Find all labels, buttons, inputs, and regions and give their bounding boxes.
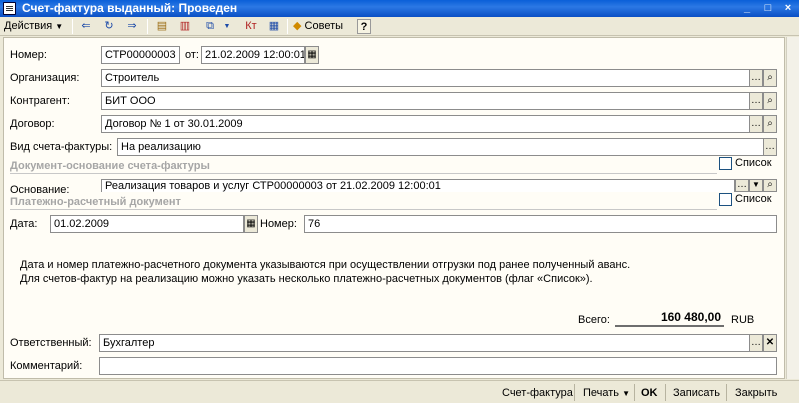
total-value: 160 480,00 xyxy=(615,309,724,327)
date-from-label: от: xyxy=(185,49,199,61)
basis-list-label: Список xyxy=(735,157,772,169)
ok-button[interactable]: OK xyxy=(641,386,658,400)
payment-date-field[interactable]: 01.02.2009 xyxy=(50,215,244,233)
toolbar-divider xyxy=(72,19,73,34)
advice-label: Советы xyxy=(304,20,344,32)
actions-label: Действия xyxy=(4,20,53,32)
contractor-label: Контрагент: xyxy=(10,95,70,107)
select-button[interactable]: … xyxy=(763,138,777,156)
vertical-scrollbar[interactable] xyxy=(786,37,799,379)
calendar-icon[interactable]: ▦ xyxy=(305,46,319,64)
total-label: Всего: xyxy=(578,314,610,326)
responsible-label: Ответственный: xyxy=(10,337,92,349)
search-icon[interactable]: ⌕ xyxy=(763,115,777,133)
print-label: Печать xyxy=(583,387,620,399)
command-divider xyxy=(574,384,575,401)
comment-field[interactable] xyxy=(99,357,777,375)
select-button[interactable]: … xyxy=(749,334,763,352)
number-label: Номер: xyxy=(10,49,47,61)
note-line: Для счетов-фактур на реализацию можно ук… xyxy=(20,273,593,285)
basis-list-checkbox[interactable] xyxy=(719,157,732,170)
movements-icon[interactable]: Кт xyxy=(243,19,259,34)
comment-label: Комментарий: xyxy=(10,360,83,372)
toolbar-divider xyxy=(147,19,148,34)
currency-label: RUB xyxy=(731,314,755,326)
invoice-type-label: Вид счета-фактуры: xyxy=(10,141,113,153)
refresh-icon[interactable]: ↻ xyxy=(101,19,117,34)
payment-number-field[interactable]: 76 xyxy=(304,215,777,233)
arrow-right-icon[interactable]: ⇒ xyxy=(124,19,140,34)
toolbar-divider xyxy=(287,19,288,34)
close-button[interactable]: Закрыть xyxy=(735,386,777,400)
save-button[interactable]: Записать xyxy=(673,386,720,400)
organization-field[interactable]: Строитель xyxy=(101,69,750,87)
report-icon[interactable]: ▦ xyxy=(266,19,282,34)
payment-list-checkbox[interactable] xyxy=(719,193,732,206)
clear-icon[interactable]: ✕ xyxy=(763,334,777,352)
organization-label: Организация: xyxy=(10,72,80,84)
payment-list-label: Список xyxy=(735,193,772,205)
invoice-print-button[interactable]: Счет-фактура xyxy=(502,386,573,400)
close-window-button[interactable]: × xyxy=(780,1,796,15)
chevron-down-icon[interactable]: ▼ xyxy=(219,19,235,34)
payment-section-title: Платежно-расчетный документ xyxy=(10,195,717,210)
number-field[interactable]: СТР00000003 xyxy=(101,46,180,64)
contract-label: Договор: xyxy=(10,118,55,130)
command-divider xyxy=(726,384,727,401)
form-body: Номер: СТР00000003 от: 21.02.2009 12:00:… xyxy=(3,37,785,379)
minimize-button[interactable]: _ xyxy=(739,1,755,15)
calendar-icon[interactable]: ▦ xyxy=(244,215,258,233)
advice-button[interactable]: ◆ Советы xyxy=(293,19,343,34)
basis-field[interactable]: Реализация товаров и услуг СТР00000003 о… xyxy=(101,179,735,192)
command-bar: Счет-фактура Печать ▼ OK Записать Закрыт… xyxy=(0,380,799,403)
maximize-button[interactable]: □ xyxy=(760,1,776,15)
payment-number-label: Номер: xyxy=(260,218,297,230)
select-button[interactable]: … xyxy=(749,69,763,87)
post-document-icon[interactable]: ▤ xyxy=(154,19,170,34)
advice-icon: ◆ xyxy=(293,20,302,32)
select-button[interactable]: … xyxy=(749,92,763,110)
contractor-field[interactable]: БИТ ООО xyxy=(101,92,750,110)
command-divider xyxy=(665,384,666,401)
note-line: Дата и номер платежно-расчетного докумен… xyxy=(20,259,631,271)
search-icon[interactable]: ⌕ xyxy=(763,92,777,110)
unpost-document-icon[interactable]: ▥ xyxy=(177,19,193,34)
chevron-down-icon: ▼ xyxy=(622,389,631,398)
window-title: Счет-фактура выданный: Проведен xyxy=(22,1,238,15)
toolbar: Действия ▼ ⇐ ↻ ⇒ ▤ ▥ ⧉ ▼ Кт ▦ ◆ Советы ? xyxy=(0,17,799,36)
invoice-type-field[interactable]: На реализацию xyxy=(117,138,764,156)
payment-date-label: Дата: xyxy=(10,218,38,230)
basis-section-title: Документ-основание счета-фактуры xyxy=(10,159,717,174)
arrow-left-icon[interactable]: ⇐ xyxy=(78,19,94,34)
command-divider xyxy=(634,384,635,401)
actions-menu[interactable]: Действия ▼ xyxy=(4,19,63,34)
contract-field[interactable]: Договор № 1 от 30.01.2009 xyxy=(101,115,750,133)
select-button[interactable]: … xyxy=(749,115,763,133)
search-icon[interactable]: ⌕ xyxy=(763,69,777,87)
document-icon xyxy=(3,2,16,15)
print-menu-button[interactable]: Печать ▼ xyxy=(583,386,630,400)
date-field[interactable]: 21.02.2009 12:00:01 xyxy=(201,46,305,64)
window-titlebar: Счет-фактура выданный: Проведен _ □ × xyxy=(0,0,799,17)
chevron-down-icon: ▼ xyxy=(55,22,64,31)
help-button[interactable]: ? xyxy=(357,19,371,34)
create-based-on-icon[interactable]: ⧉ xyxy=(202,19,218,34)
responsible-field[interactable]: Бухгалтер xyxy=(99,334,750,352)
